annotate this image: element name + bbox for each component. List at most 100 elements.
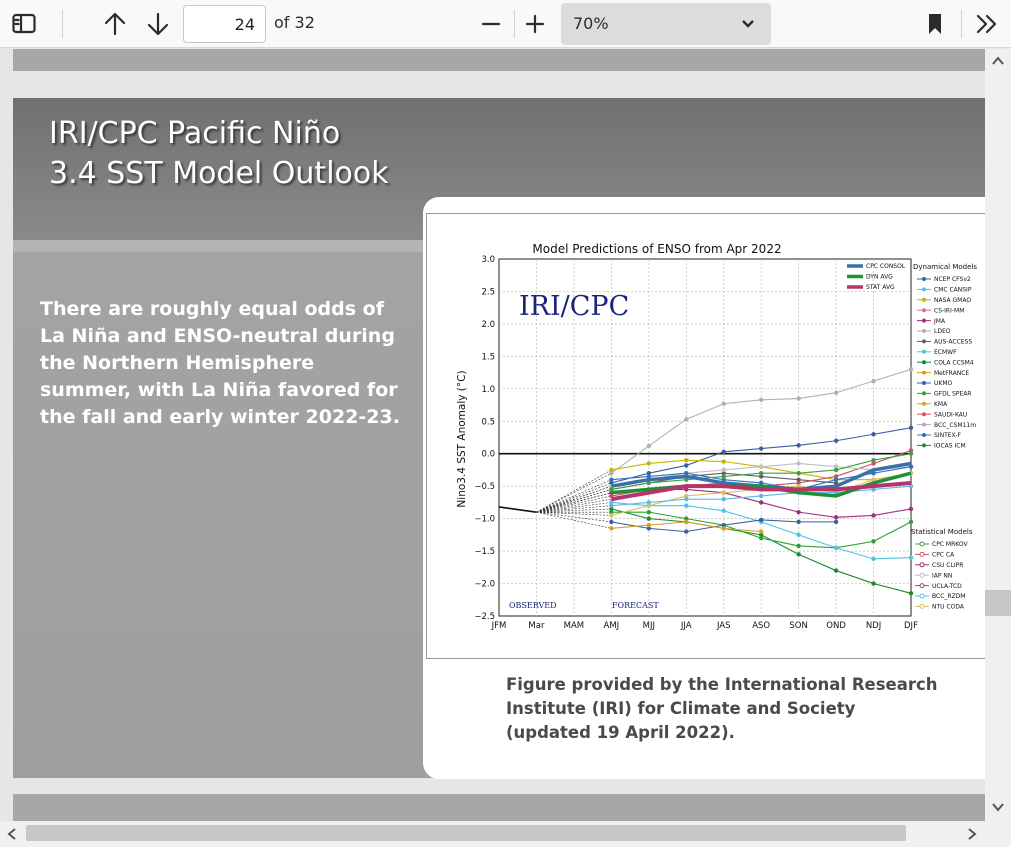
series-point: [609, 503, 614, 508]
toolbar-separator: [62, 10, 63, 38]
bookmark-icon: [929, 14, 941, 34]
series-point: [684, 417, 689, 422]
series-point: [871, 513, 876, 518]
y-tick-label: −1.5: [474, 547, 495, 557]
series-point: [684, 519, 689, 525]
previous-page-button[interactable]: [97, 6, 133, 42]
horizontal-scrollbar[interactable]: [0, 821, 1011, 847]
horizontal-scroll-thumb[interactable]: [26, 825, 906, 841]
next-page-edge: [13, 794, 985, 821]
y-tick-label: 1.5: [481, 352, 495, 362]
series-point: [646, 461, 652, 466]
legend-marker: [919, 541, 925, 547]
scroll-up-button[interactable]: [988, 51, 1008, 71]
series-point: [908, 555, 914, 560]
series-point: [908, 451, 914, 456]
x-tick-label: NDJ: [866, 621, 881, 631]
vertical-scroll-thumb[interactable]: [985, 590, 1011, 616]
document-viewer[interactable]: IRI/CPC Pacific Niño 3.4 SST Model Outlo…: [0, 49, 985, 821]
plus-icon: [525, 14, 545, 34]
series-point: [871, 378, 876, 384]
toolbar-separator: [961, 10, 962, 38]
legend-marker: [922, 433, 926, 437]
chevron-left-icon: [7, 828, 16, 840]
vertical-scrollbar[interactable]: [985, 49, 1011, 821]
series-point: [833, 438, 839, 443]
legend-marker: [922, 339, 926, 344]
series-point: [758, 529, 764, 534]
legend-marker: [922, 370, 926, 375]
series-point: [758, 535, 764, 541]
series-point: [646, 443, 652, 449]
slide-page: IRI/CPC Pacific Niño 3.4 SST Model Outlo…: [13, 98, 985, 779]
next-page-button[interactable]: [140, 6, 176, 42]
series-point: [684, 496, 689, 502]
series-point: [758, 517, 764, 523]
legend-entry: NTU CODA: [932, 604, 965, 611]
zoom-in-button[interactable]: [517, 6, 553, 42]
series-point: [758, 500, 764, 505]
legend-marker: [922, 287, 926, 292]
observed-label: OBSERVED: [509, 601, 557, 610]
series-point: [796, 461, 801, 466]
legend-entry: UCLA-TCD: [932, 583, 962, 590]
scroll-left-button[interactable]: [2, 824, 22, 844]
legend-entry: NCEP CFSv2: [934, 276, 971, 283]
scroll-down-button[interactable]: [988, 797, 1008, 817]
page-number-input[interactable]: [183, 5, 266, 43]
legend-marker: [919, 603, 925, 609]
sidebar-toggle-button[interactable]: [6, 6, 42, 42]
series-point: [833, 519, 839, 525]
legend-entry: CMC CANSIP: [934, 287, 972, 294]
series-point: [721, 474, 726, 479]
legend-marker: [922, 360, 926, 365]
legend-entry: JMA: [933, 318, 946, 325]
legend-marker: [919, 593, 925, 599]
scroll-right-button[interactable]: [962, 824, 982, 844]
x-tick-label: AMJ: [604, 621, 620, 631]
legend-marker: [922, 308, 926, 313]
series-point: [609, 513, 614, 518]
x-tick-label: DJF: [904, 621, 918, 631]
series-point: [871, 432, 876, 437]
series-point: [871, 458, 876, 463]
page-count-label: of 32: [274, 13, 315, 32]
series-point: [721, 508, 726, 514]
tools-menu-button[interactable]: [969, 6, 1005, 42]
series-point: [833, 467, 839, 473]
zoom-out-button[interactable]: [473, 6, 509, 42]
legend-entry: ECMWF: [934, 349, 957, 356]
y-tick-label: 0.0: [481, 450, 495, 460]
y-tick-label: −1.0: [474, 515, 495, 525]
sidebar-toggle-icon: [12, 13, 36, 34]
series-point: [721, 496, 726, 502]
series-point: [871, 556, 876, 562]
forecast-label: FORECAST: [612, 601, 659, 610]
pdf-toolbar: of 32 70%: [0, 0, 1011, 48]
bookmark-button[interactable]: [917, 6, 953, 42]
chart-title: Model Predictions of ENSO from Apr 2022: [532, 242, 781, 256]
series-point: [908, 367, 914, 372]
legend-marker: [919, 551, 925, 557]
slide-title: IRI/CPC Pacific Niño 3.4 SST Model Outlo…: [49, 114, 429, 194]
legend-entry: CPC CONSOL: [866, 263, 906, 270]
legend-entry: MetFRANCE: [934, 370, 969, 377]
minus-icon: [481, 22, 501, 26]
x-tick-label: OND: [826, 621, 846, 631]
figure-caption: Figure provided by the International Res…: [506, 673, 976, 745]
legend-entry: IOCAS ICM: [934, 443, 966, 450]
legend-marker: [922, 422, 926, 427]
double-chevron-right-icon: [976, 14, 997, 34]
y-axis-label: Nino3.4 SST Anomaly (°C): [456, 370, 468, 507]
series-point: [646, 522, 652, 528]
chevron-right-icon: [968, 828, 977, 840]
zoom-select[interactable]: 70%: [561, 3, 771, 45]
y-tick-label: −0.5: [474, 482, 495, 492]
series-point: [609, 467, 614, 473]
series-point: [758, 471, 764, 476]
legend-entry: AUS-ACCESS: [934, 339, 972, 346]
legend-entry: SAUDI-KAU: [934, 411, 967, 418]
legend-entry: BCC_CSM11m: [934, 422, 976, 429]
series-point: [796, 443, 801, 448]
zoom-value: 70%: [573, 14, 609, 33]
